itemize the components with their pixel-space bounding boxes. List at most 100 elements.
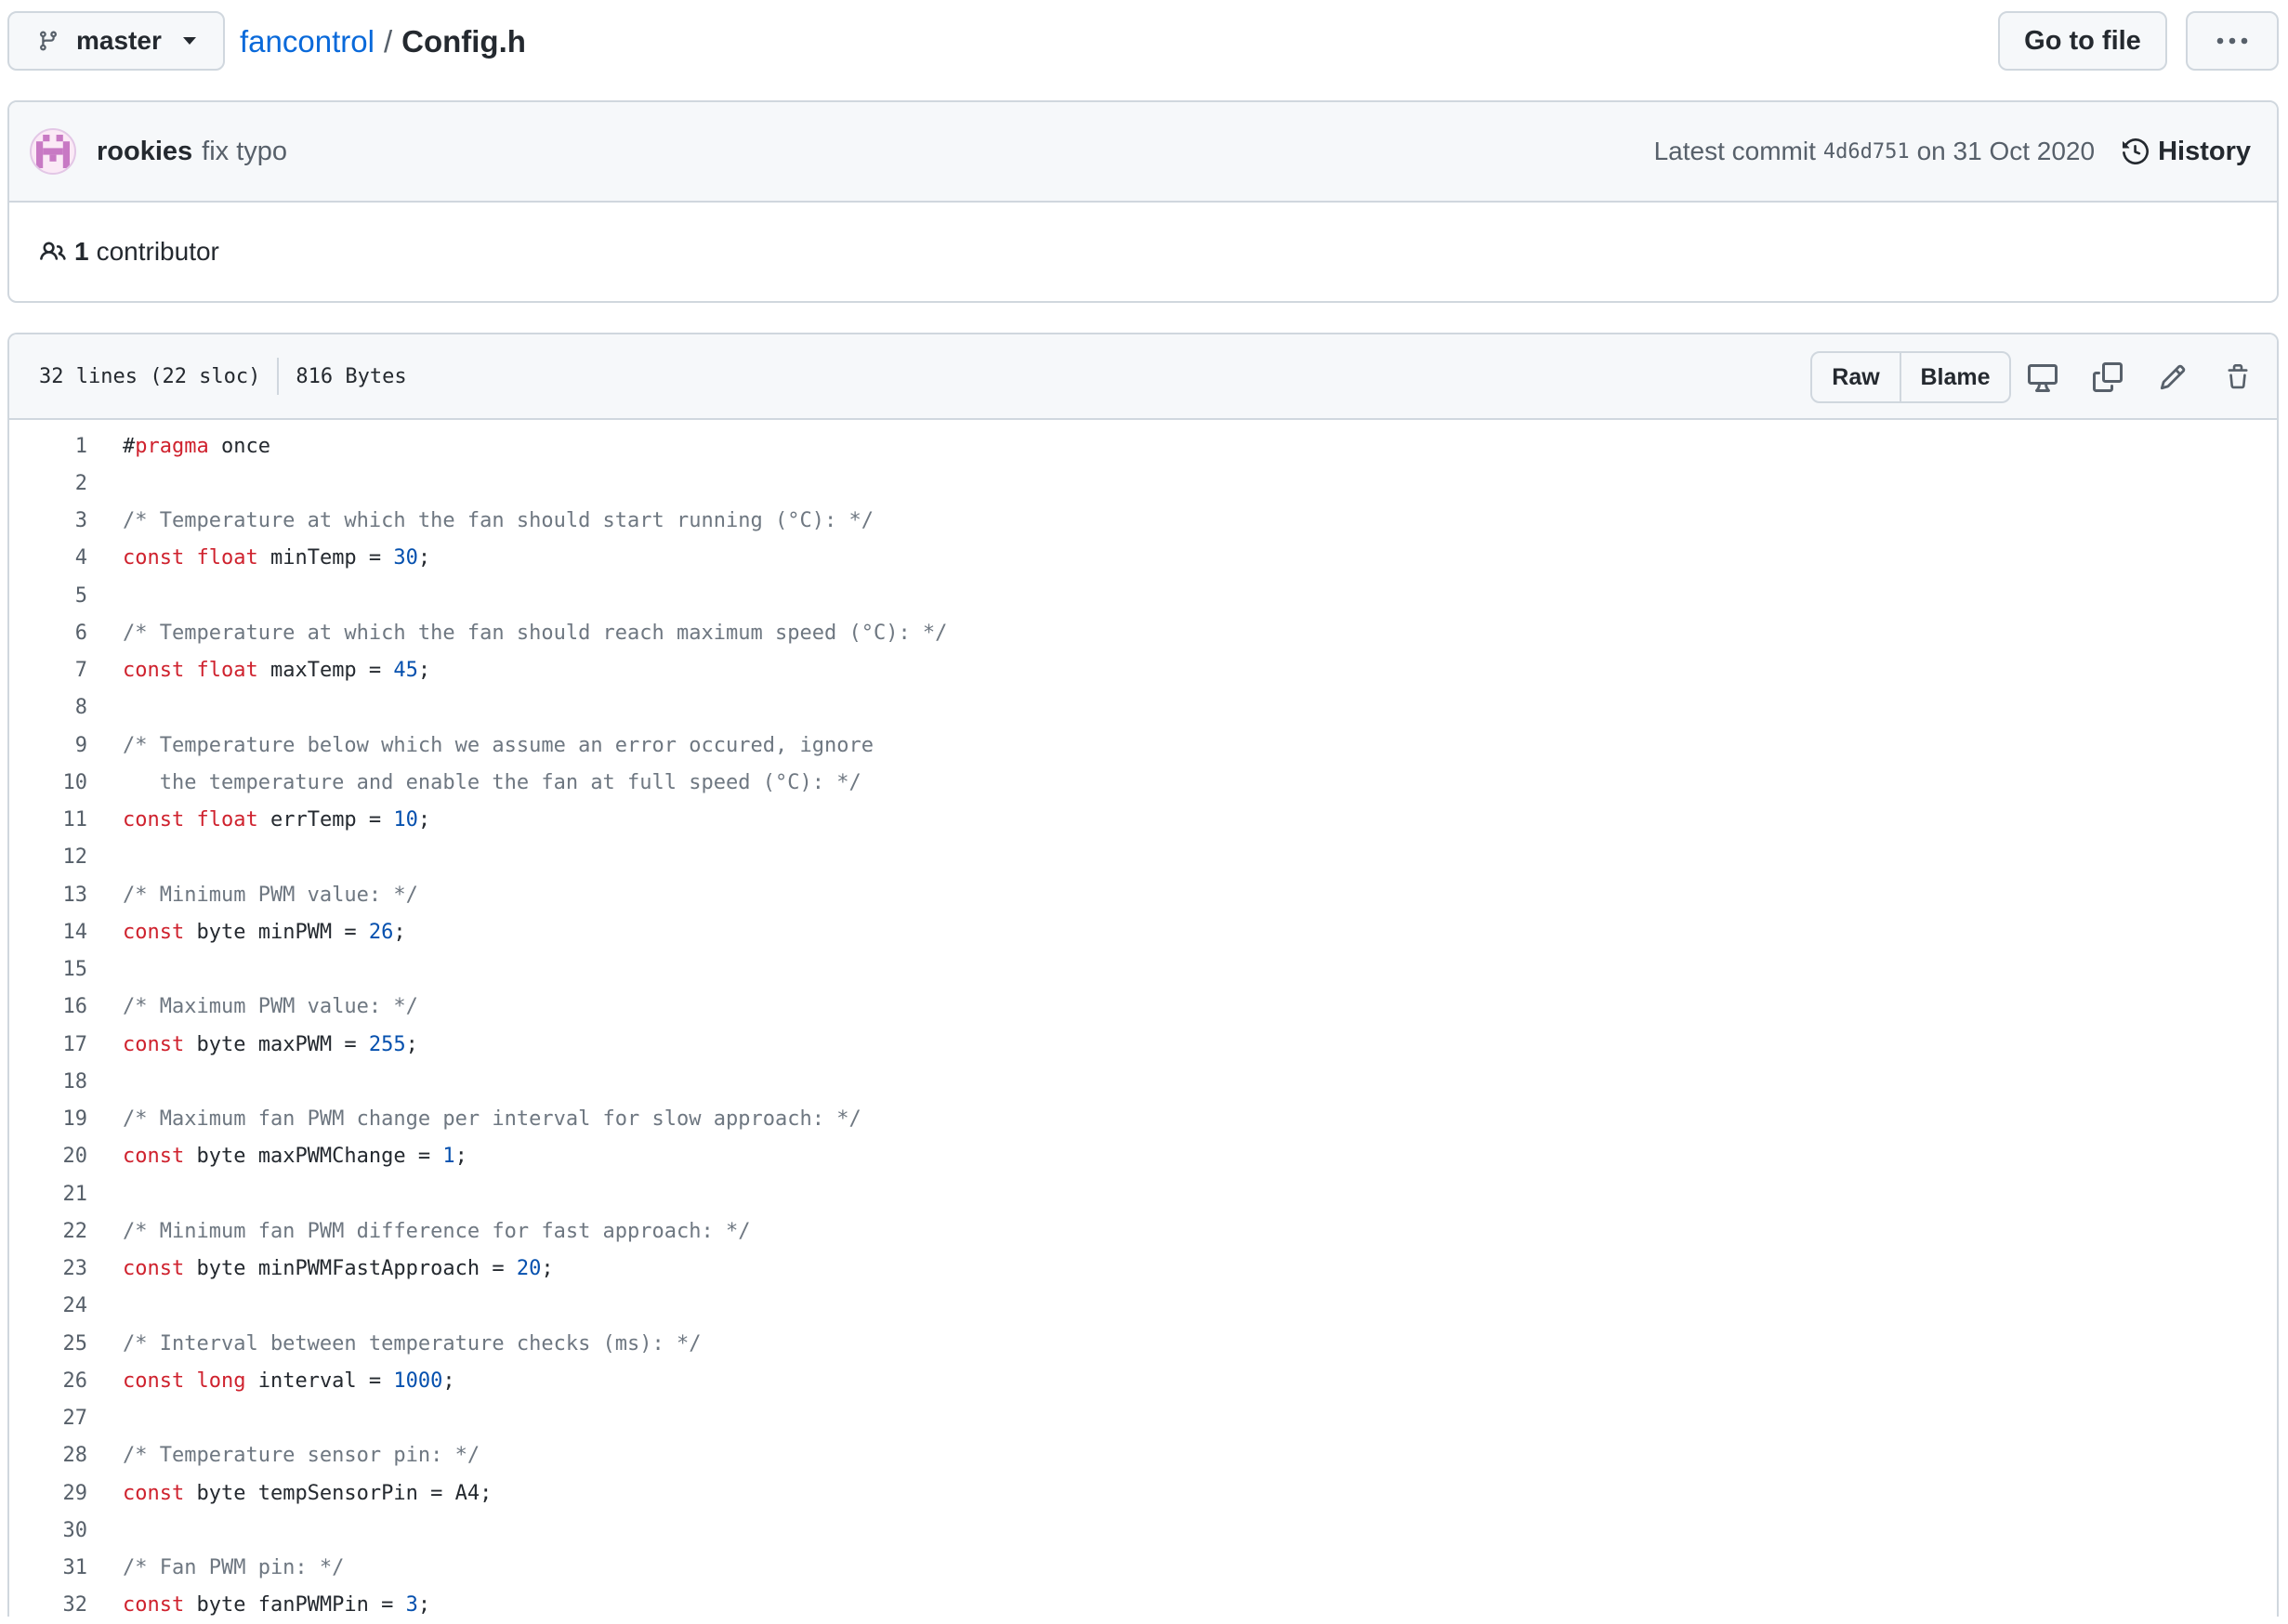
line-content: /* Temperature below which we assume an … <box>87 734 874 757</box>
copy-content-button[interactable] <box>2087 357 2128 398</box>
edit-file-button[interactable] <box>2152 357 2193 398</box>
code-token: /* Minimum PWM value: */ <box>123 883 418 907</box>
contributors-row[interactable]: 1 contributor <box>9 203 2277 301</box>
code-token: ; <box>417 659 431 683</box>
line-number[interactable]: 10 <box>9 771 88 794</box>
code-token: const <box>123 1032 185 1056</box>
breadcrumb: fancontrol / Config.h <box>240 19 526 65</box>
code-line: 11 const float errTemp = 10; <box>9 802 2277 839</box>
repo-link[interactable]: fancontrol <box>240 24 375 59</box>
line-number[interactable]: 6 <box>9 622 87 645</box>
line-number[interactable]: 2 <box>9 472 87 495</box>
code-line: 23 const byte minPWMFastApproach = 20; <box>9 1251 2277 1288</box>
avatar[interactable] <box>30 128 76 175</box>
line-number[interactable]: 29 <box>9 1482 88 1505</box>
line-number[interactable]: 17 <box>9 1033 88 1056</box>
line-number[interactable]: 26 <box>9 1369 88 1393</box>
code-token: pragma <box>135 434 209 458</box>
code-token: maxTemp = <box>257 659 394 683</box>
line-number[interactable]: 28 <box>9 1444 88 1467</box>
code-token: float <box>196 546 258 570</box>
commit-message-link[interactable]: fix typo <box>202 137 287 167</box>
line-number[interactable]: 8 <box>9 696 87 719</box>
code-line: 12 <box>9 839 2277 876</box>
go-to-file-button[interactable]: Go to file <box>1998 11 2167 71</box>
line-number[interactable]: 31 <box>9 1556 88 1579</box>
file-size: 816 Bytes <box>296 364 407 388</box>
code-token: byte minPWMFastApproach = <box>184 1257 517 1281</box>
code-token: byte maxPWMChange = <box>184 1145 443 1169</box>
contributor-label: contributor <box>96 237 219 266</box>
line-number[interactable]: 24 <box>9 1294 88 1317</box>
code-token: 1000 <box>393 1369 443 1393</box>
line-number[interactable]: 4 <box>9 546 87 570</box>
code-token: 1 <box>442 1145 455 1169</box>
code-line: 1 #pragma once <box>9 427 2277 465</box>
code-line: 7 const float maxTemp = 45; <box>9 652 2277 689</box>
line-number[interactable]: 18 <box>9 1070 88 1094</box>
line-number[interactable]: 25 <box>9 1332 88 1356</box>
code-line: 9 /* Temperature below which we assume an… <box>9 727 2277 764</box>
code-token: 3 <box>405 1593 418 1617</box>
line-content: /* Temperature at which the fan should r… <box>87 622 947 645</box>
git-branch-icon <box>39 31 57 51</box>
trash-icon <box>2228 364 2248 389</box>
branch-select-button[interactable]: master <box>7 11 225 71</box>
code-token: ; <box>454 1145 467 1169</box>
code-token: 26 <box>368 920 394 944</box>
code-line: 13 /* Minimum PWM value: */ <box>9 876 2277 913</box>
line-number[interactable]: 16 <box>9 995 88 1018</box>
code-token: /* Maximum fan PWM change per interval f… <box>123 1107 861 1132</box>
code-token: ; <box>417 1593 431 1617</box>
line-content: const byte tempSensorPin = A4; <box>87 1482 492 1505</box>
pencil-icon <box>2160 364 2186 390</box>
commit-sha-link[interactable]: 4d6d751 <box>1823 140 1910 164</box>
file-name: Config.h <box>401 24 526 59</box>
line-number[interactable]: 27 <box>9 1407 88 1430</box>
delete-file-button[interactable] <box>2217 357 2258 398</box>
code-line: 30 <box>9 1512 2277 1549</box>
raw-button[interactable]: Raw <box>1812 353 1901 401</box>
line-number[interactable]: 12 <box>9 845 88 869</box>
code-line: 32 const byte fanPWMPin = 3; <box>9 1587 2277 1617</box>
blame-button[interactable]: Blame <box>1901 353 2009 401</box>
line-number[interactable]: 19 <box>9 1107 88 1131</box>
line-number[interactable]: 21 <box>9 1183 88 1206</box>
code-line: 4 const float minTemp = 30; <box>9 540 2277 577</box>
breadcrumb-separator: / <box>383 24 393 59</box>
line-number[interactable]: 14 <box>9 921 88 944</box>
line-number[interactable]: 30 <box>9 1519 88 1542</box>
code-token: /* Temperature below which we assume an … <box>123 733 874 757</box>
line-number[interactable]: 23 <box>9 1257 88 1280</box>
code-token: ; <box>541 1257 554 1281</box>
code-token: ; <box>393 920 406 944</box>
code-line: 6 /* Temperature at which the fan should … <box>9 614 2277 651</box>
line-number[interactable]: 15 <box>9 958 88 981</box>
line-number[interactable]: 5 <box>9 584 87 608</box>
line-number[interactable]: 11 <box>9 808 88 832</box>
history-link[interactable]: History <box>2123 137 2251 167</box>
more-options-button[interactable] <box>2186 11 2279 71</box>
line-number[interactable]: 22 <box>9 1220 88 1243</box>
code-token: 45 <box>393 659 418 683</box>
line-number[interactable]: 1 <box>9 435 87 458</box>
line-content: const float errTemp = 10; <box>87 808 430 832</box>
code-line: 21 <box>9 1175 2277 1212</box>
code-line: 26 const long interval = 1000; <box>9 1362 2277 1399</box>
line-number[interactable]: 13 <box>9 884 88 907</box>
line-number[interactable]: 9 <box>9 734 87 757</box>
code-line: 3 /* Temperature at which the fan should … <box>9 503 2277 540</box>
line-number[interactable]: 32 <box>9 1593 88 1617</box>
line-number[interactable]: 3 <box>9 509 87 532</box>
line-number[interactable]: 20 <box>9 1145 88 1168</box>
contributor-count: 1 <box>74 237 89 266</box>
code-line: 8 <box>9 689 2277 727</box>
people-icon <box>40 242 66 260</box>
commit-author-link[interactable]: rookies <box>97 137 192 167</box>
line-number[interactable]: 7 <box>9 659 87 682</box>
line-content: #pragma once <box>87 435 270 458</box>
history-icon <box>2123 138 2150 164</box>
code-token: const <box>123 1593 185 1617</box>
open-desktop-button[interactable] <box>2022 357 2063 398</box>
